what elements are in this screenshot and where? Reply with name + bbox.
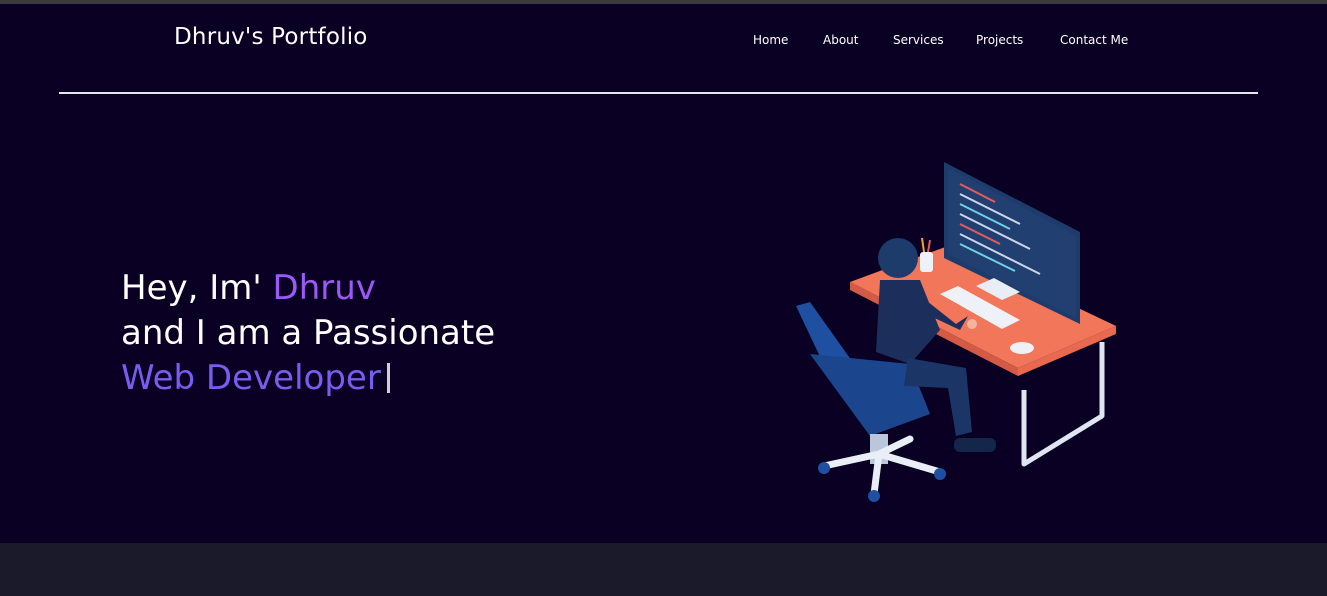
nav-item-services[interactable]: Services: [893, 33, 944, 47]
nav-item-home[interactable]: Home: [753, 33, 788, 47]
header-divider: [59, 92, 1258, 94]
headline-line-3: Web Developer: [121, 356, 495, 401]
nav-item-projects[interactable]: Projects: [976, 33, 1023, 47]
next-section-band: [0, 543, 1327, 596]
role-typewriter-text: Web Developer: [121, 358, 381, 398]
nav-item-contact-me[interactable]: Contact Me: [1060, 33, 1128, 47]
headline-line-1: Hey, Im' Dhruv: [121, 266, 495, 311]
headline-line-2: and I am a Passionate: [121, 313, 496, 353]
hero-headline: Hey, Im' Dhruv and I am a Passionate Web…: [121, 266, 495, 401]
main-nav: Home About Services Projects Contact Me: [0, 33, 1327, 53]
nav-item-about[interactable]: About: [823, 33, 858, 47]
name-highlight: Dhruv: [272, 268, 376, 308]
typing-cursor: [386, 363, 390, 393]
developer-at-desk-illustration: [796, 162, 1116, 502]
hero-section: Dhruv's Portfolio Home About Services Pr…: [0, 4, 1327, 543]
greeting-text: Hey, Im': [121, 268, 273, 308]
